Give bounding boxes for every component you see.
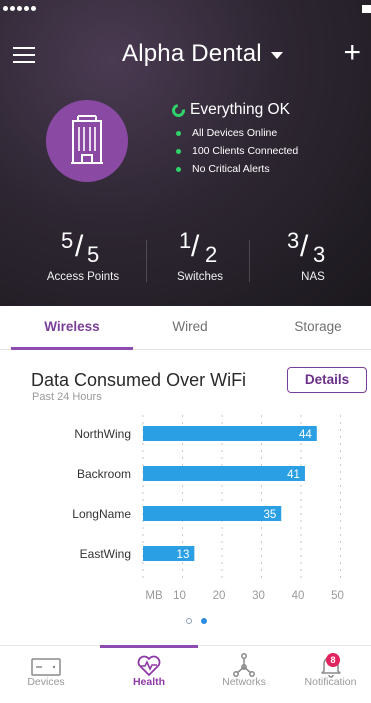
green-dot-icon <box>176 166 181 172</box>
count-value: 5 <box>61 228 74 253</box>
site-header: Alpha Dental + Everything OK All Devices… <box>0 0 371 306</box>
nav-devices[interactable]: Devices <box>0 646 92 703</box>
details-button[interactable]: Details <box>287 367 367 393</box>
count-label: Access Points <box>46 271 120 283</box>
count-access-points[interactable]: 5 / 5 Access Points <box>21 224 145 283</box>
green-dot-icon <box>176 148 181 154</box>
data-label: 41 <box>287 469 300 481</box>
category-label: NorthWing <box>74 427 131 441</box>
building-icon <box>71 115 103 164</box>
chart-title: Data Consumed Over WiFi <box>31 370 247 390</box>
health-item-text: 100 Clients Connected <box>192 145 299 157</box>
heart-pulse-icon <box>137 655 161 676</box>
page-dot[interactable] <box>186 618 192 624</box>
bar <box>143 426 317 441</box>
nav-notifications[interactable]: 8 Notification <box>290 646 371 703</box>
fraction-slash: / <box>191 230 200 263</box>
divider <box>249 240 250 282</box>
device-counts: 5 / 5 Access Points 1 / 2 Switches 3 / 3… <box>0 224 371 294</box>
data-label: 35 <box>263 509 276 521</box>
data-consumed-chart: NorthWing 44 Backroom 41 LongName 35 EastWing 1… <box>72 415 344 602</box>
page-indicator <box>186 618 207 624</box>
nav-networks[interactable]: Networks <box>198 646 290 703</box>
building-avatar <box>46 100 128 182</box>
green-dot-icon <box>176 130 181 136</box>
signal-strength-icon <box>3 6 36 11</box>
notification-badge: 8 <box>326 653 340 667</box>
count-label: Switches <box>176 271 224 283</box>
fraction-slash: / <box>75 230 84 263</box>
health-item: 100 Clients Connected <box>176 142 298 160</box>
data-label: 44 <box>299 429 312 441</box>
chart-subtitle: Past 24 Hours <box>32 391 102 403</box>
chevron-down-icon <box>270 52 283 59</box>
battery-icon <box>362 5 371 13</box>
site-selector[interactable]: Alpha Dental <box>122 40 283 68</box>
tick-label: 40 <box>292 590 305 602</box>
health-item: All Devices Online <box>176 124 298 142</box>
bottom-nav: Devices Health Networks 8 Notification <box>0 645 371 703</box>
menu-icon[interactable] <box>13 45 35 63</box>
count-nas[interactable]: 3 / 3 NAS <box>251 224 371 283</box>
tick-label: 50 <box>331 590 344 602</box>
tab-wireless[interactable]: Wireless <box>11 306 133 350</box>
fraction-slash: / <box>300 230 309 263</box>
status-bar <box>0 0 371 20</box>
network-icon <box>233 653 255 677</box>
tab-bar: Wireless Wired Storage <box>0 306 371 350</box>
tab-storage[interactable]: Storage <box>265 306 371 350</box>
tab-active-indicator <box>11 347 133 350</box>
status-ok-icon <box>169 100 188 120</box>
count-switches[interactable]: 1 / 2 Switches <box>138 224 262 283</box>
tick-label: 30 <box>252 590 265 602</box>
nav-health[interactable]: Health <box>100 646 198 703</box>
health-item-text: All Devices Online <box>192 127 278 139</box>
health-summary: Everything OK All Devices Online 100 Cli… <box>169 100 298 178</box>
health-item: No Critical Alerts <box>176 160 298 178</box>
category-label: Backroom <box>77 467 131 481</box>
health-headline: Everything OK <box>190 101 290 118</box>
devices-icon <box>31 658 61 676</box>
data-label: 13 <box>177 549 190 561</box>
tab-wired[interactable]: Wired <box>135 306 245 350</box>
count-label: NAS <box>301 271 325 283</box>
tick-label: 10 <box>173 590 186 602</box>
category-label: EastWing <box>80 547 131 561</box>
count-total: 2 <box>205 242 218 267</box>
category-label: LongName <box>72 507 131 521</box>
health-item-text: No Critical Alerts <box>192 163 270 175</box>
count-total: 5 <box>87 242 100 267</box>
bar <box>143 506 282 521</box>
axis-unit-label: MB <box>145 590 163 602</box>
count-value: 3 <box>287 228 300 253</box>
tick-label: 20 <box>213 590 226 602</box>
add-icon[interactable]: + <box>343 38 361 68</box>
page-dot-active[interactable] <box>201 618 207 624</box>
top-bar: Alpha Dental + <box>0 36 371 76</box>
bar <box>143 466 305 481</box>
count-value: 1 <box>179 228 192 253</box>
count-total: 3 <box>313 242 326 267</box>
site-name: Alpha Dental <box>122 40 262 67</box>
